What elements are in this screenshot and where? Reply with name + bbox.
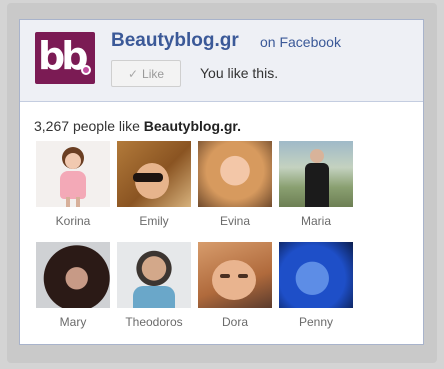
like-box-header: bb Beautyblog.gr on Facebook ✓ Like You … (20, 20, 423, 102)
fan-name[interactable]: Emily (114, 214, 194, 228)
page-name-link[interactable]: Beautyblog.gr (111, 30, 239, 52)
fan-avatar[interactable] (279, 141, 353, 207)
fan-item-dora[interactable]: Dora (195, 242, 275, 337)
fan-faces-grid: Korina Emily Evina Maria Mary Theodoros … (33, 141, 413, 341)
checkmark-icon: ✓ (127, 66, 139, 81)
fan-name[interactable]: Evina (195, 214, 275, 228)
logo-dot-icon (81, 65, 91, 75)
logo-text: bb (38, 34, 88, 78)
fan-item-korina[interactable]: Korina (33, 141, 113, 236)
fan-name[interactable]: Theodoros (114, 315, 194, 329)
like-button-label: Like (142, 66, 165, 81)
facebook-like-box: bb Beautyblog.gr on Facebook ✓ Like You … (19, 19, 424, 345)
fan-avatar[interactable] (198, 242, 272, 308)
like-button[interactable]: ✓ Like (111, 60, 181, 87)
you-like-status: You like this. (200, 65, 279, 81)
fan-name[interactable]: Mary (33, 315, 113, 329)
like-count-line: 3,267 people like Beautyblog.gr. (34, 118, 241, 134)
on-facebook-link[interactable]: on Facebook (260, 34, 341, 50)
fan-item-penny[interactable]: Penny (276, 242, 356, 337)
fan-item-maria[interactable]: Maria (276, 141, 356, 236)
people-like-text: people like (72, 118, 140, 134)
fan-name[interactable]: Maria (276, 214, 356, 228)
fan-item-theodoros[interactable]: Theodoros (114, 242, 194, 337)
fan-avatar[interactable] (117, 242, 191, 308)
fan-avatar[interactable] (36, 141, 110, 207)
fan-item-mary[interactable]: Mary (33, 242, 113, 337)
fan-name[interactable]: Korina (33, 214, 113, 228)
fan-avatar[interactable] (279, 242, 353, 308)
fan-item-emily[interactable]: Emily (114, 141, 194, 236)
like-count: 3,267 (34, 118, 70, 134)
fan-name[interactable]: Dora (195, 315, 275, 329)
page-name-bold[interactable]: Beautyblog.gr. (144, 118, 241, 134)
fan-name[interactable]: Penny (276, 315, 356, 329)
page-logo[interactable]: bb (35, 32, 95, 84)
fan-avatar[interactable] (117, 141, 191, 207)
fan-item-evina[interactable]: Evina (195, 141, 275, 236)
fan-avatar[interactable] (198, 141, 272, 207)
fan-avatar[interactable] (36, 242, 110, 308)
